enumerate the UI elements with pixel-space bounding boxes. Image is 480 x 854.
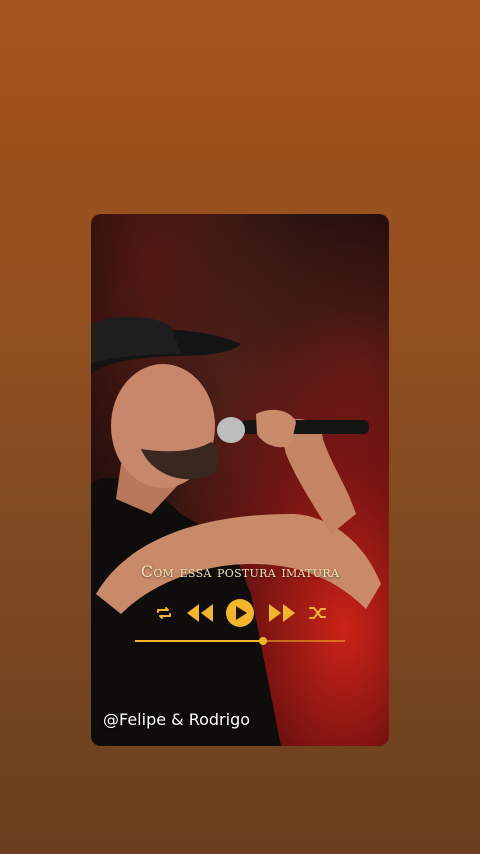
rewind-icon[interactable] — [185, 602, 215, 624]
singer-photo — [91, 316, 381, 746]
shuffle-icon[interactable] — [309, 605, 327, 621]
player-controls — [91, 596, 389, 630]
lyric-text: Com essa postura imatura — [140, 562, 340, 581]
story-card: Com essa postura imatura @Felipe & Rodri… — [91, 214, 389, 746]
artist-handle: @Felipe & Rodrigo — [103, 710, 251, 729]
progress-bar[interactable] — [135, 637, 345, 645]
fast-forward-icon[interactable] — [267, 602, 297, 624]
play-button[interactable] — [225, 598, 255, 628]
progress-fill — [135, 640, 264, 642]
repeat-icon[interactable] — [155, 604, 173, 622]
